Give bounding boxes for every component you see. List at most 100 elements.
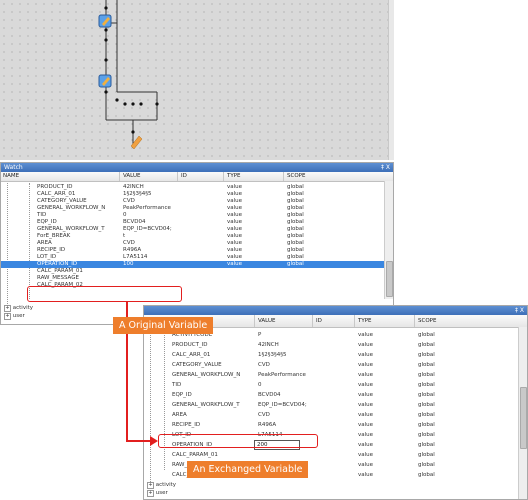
row-scope: global <box>418 412 435 418</box>
watch2-row[interactable]: GENERAL_WORKFLOW_N PeakPerformance value gl… <box>144 370 516 380</box>
row-type: value <box>358 412 374 418</box>
watch-row[interactable]: ForE_BREAK t value global <box>1 233 385 240</box>
watch-row[interactable]: RECIPE_ID R496A value global <box>1 247 385 254</box>
watch-row[interactable]: PRODUCT_ID 42INCH value global <box>1 184 385 191</box>
watch2-row[interactable]: TID 0 value global <box>144 380 516 390</box>
workflow-diagram <box>98 0 159 150</box>
panel-controls[interactable]: ‡ X <box>381 163 390 172</box>
watch-scrollbar[interactable] <box>384 181 393 299</box>
watch2-row[interactable]: CATEGORY_VALUE CVD value global <box>144 360 516 370</box>
row-value: EQP_ID=BCVD04; <box>123 226 172 232</box>
watch2-row[interactable]: PRODUCT_ID 42INCH value global <box>144 340 516 350</box>
row-value: BCVD04 <box>258 392 281 398</box>
row-type: value <box>227 240 243 246</box>
expand-icon[interactable]: + <box>4 313 11 320</box>
row-name: CATEGORY_VALUE <box>172 362 222 368</box>
watch2-row[interactable]: AREA CVD value global <box>144 410 516 420</box>
watch-row[interactable]: RAW_MESSAGE <box>1 275 385 282</box>
column2-header-scope[interactable]: SCOPE <box>418 318 436 324</box>
row-scope: global <box>287 212 304 218</box>
row-value: 42INCH <box>258 342 279 348</box>
row-scope: global <box>418 422 435 428</box>
row-type: value <box>358 402 374 408</box>
watch-row[interactable]: OPERATION_ID 100 value global <box>1 261 385 268</box>
column2-header-type[interactable]: TYPE <box>358 318 372 324</box>
row-name: CATEGORY_VALUE <box>37 198 87 204</box>
watch2-row[interactable]: CALC_ARR_01 1§2§3§4§5 value global <box>144 350 516 360</box>
row-name: TID <box>37 212 47 218</box>
expand-icon[interactable]: + <box>147 490 154 497</box>
watch-row[interactable]: AREA CVD value global <box>1 240 385 247</box>
row-name: GENERAL_WORKFLOW_N <box>37 205 106 211</box>
row-value: P <box>258 332 262 338</box>
row-type: value <box>358 362 374 368</box>
watch2-row[interactable]: CALC_PARAM_01 value global <box>144 450 516 460</box>
row-value: 1§2§3§4§5 <box>123 191 152 197</box>
row-name: LOT_ID <box>37 254 57 260</box>
row-value: PeakPerformance <box>123 205 171 211</box>
row-value: t <box>123 233 126 239</box>
row-type: value <box>358 472 374 478</box>
watch-row[interactable]: CALC_ARR_01 1§2§3§4§5 value global <box>1 191 385 198</box>
column-header-name[interactable]: NAME <box>3 173 19 179</box>
callout-exchanged: An Exchanged Variable <box>187 461 309 478</box>
row-scope: global <box>418 432 435 438</box>
row-type: value <box>227 191 243 197</box>
row-scope: global <box>418 362 435 368</box>
row-value: L7A5114 <box>123 254 148 260</box>
group2-activity[interactable]: + activity <box>147 482 176 489</box>
group-activity[interactable]: + activity <box>4 305 33 312</box>
row-name: CALC_ARR_01 <box>172 352 211 358</box>
column-header-id[interactable]: ID <box>181 173 187 179</box>
row-name: EQP_ID <box>172 392 192 398</box>
watch-row[interactable]: GENERAL_WORKFLOW_T EQP_ID=BCVD04; value glo… <box>1 226 385 233</box>
row-scope: global <box>287 261 304 267</box>
watch-rows: PRODUCT_ID 42INCH value global CALC_ARR_01 1§… <box>1 184 385 290</box>
expand-icon[interactable]: + <box>4 305 11 312</box>
row-type: value <box>227 226 243 232</box>
row-type: value <box>358 422 374 428</box>
watch-row[interactable]: LOT_ID L7A5114 value global <box>1 254 385 261</box>
row-name: GENERAL_WORKFLOW_T <box>37 226 105 232</box>
row-value: PeakPerformance <box>258 372 306 378</box>
panel2-controls[interactable]: ‡ X <box>515 306 524 315</box>
workflow-canvas[interactable] <box>0 0 394 160</box>
column2-header-id[interactable]: ID <box>316 318 322 324</box>
watch2-row[interactable]: GENERAL_WORKFLOW_T EQP_ID=BCVD04; value glo… <box>144 400 516 410</box>
row-name: GENERAL_WORKFLOW_T <box>172 402 240 408</box>
group-user[interactable]: + user <box>4 313 25 320</box>
column2-header-value[interactable]: VALUE <box>258 318 275 324</box>
column-header-scope[interactable]: SCOPE <box>287 173 305 179</box>
row-value: CVD <box>258 412 270 418</box>
row-scope: global <box>287 247 304 253</box>
watch-row[interactable]: CATEGORY_VALUE CVD value global <box>1 198 385 205</box>
row-type: value <box>227 233 243 239</box>
watch-row[interactable]: TID 0 value global <box>1 212 385 219</box>
row-name: RECIPE_ID <box>172 422 201 428</box>
row-scope: global <box>418 382 435 388</box>
scroll-thumb[interactable] <box>386 261 393 297</box>
row-type: value <box>358 342 374 348</box>
watch-row[interactable]: CALC_PARAM_01 <box>1 268 385 275</box>
watch-title-bar[interactable]: Watch ‡ X <box>1 163 393 172</box>
group2-user[interactable]: + user <box>147 490 168 497</box>
row-name: PRODUCT_ID <box>172 342 208 348</box>
row-name: GENERAL_WORKFLOW_N <box>172 372 241 378</box>
row-type: value <box>358 372 374 378</box>
watch-row[interactable]: GENERAL_WORKFLOW_N PeakPerformance value gl… <box>1 205 385 212</box>
watch2-title-bar[interactable]: ‡ X <box>144 306 527 315</box>
row-type: value <box>358 352 374 358</box>
row-scope: global <box>418 332 435 338</box>
expand-icon[interactable]: + <box>147 482 154 489</box>
watch-row[interactable]: EQP_ID BCVD04 value global <box>1 219 385 226</box>
original-variable-highlight <box>27 286 182 302</box>
column-header-type[interactable]: TYPE <box>227 173 241 179</box>
row-scope: global <box>418 442 435 448</box>
row-value: R496A <box>258 422 277 428</box>
row-scope: global <box>418 402 435 408</box>
watch2-scrollbar[interactable] <box>518 327 527 499</box>
watch2-row[interactable]: EQP_ID BCVD04 value global <box>144 390 516 400</box>
watch2-row[interactable]: RECIPE_ID R496A value global <box>144 420 516 430</box>
scroll2-thumb[interactable] <box>520 387 527 449</box>
column-header-value[interactable]: VALUE <box>123 173 140 179</box>
